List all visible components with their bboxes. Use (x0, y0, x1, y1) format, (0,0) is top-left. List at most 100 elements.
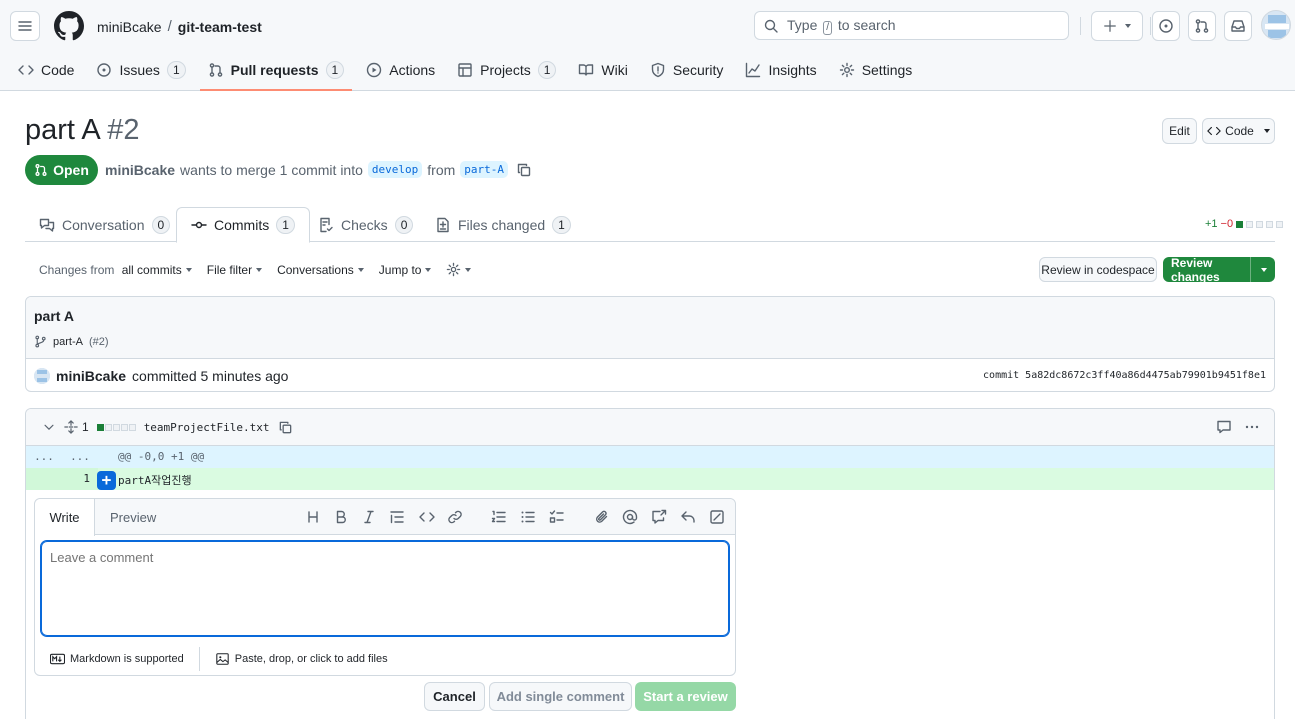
changes-from-dropdown[interactable]: Changes from all commits (39, 263, 192, 277)
tab-insights[interactable]: Insights (737, 52, 824, 88)
tasklist-icon[interactable] (549, 509, 565, 525)
create-new-button[interactable] (1091, 11, 1143, 41)
tab-pull-requests[interactable]: Pull requests 1 (199, 52, 353, 91)
copy-icon[interactable] (516, 162, 532, 178)
tab-label: Checks (341, 216, 388, 233)
commit-author[interactable]: miniBcake (56, 368, 126, 384)
user-avatar[interactable] (1261, 10, 1291, 40)
tab-wiki[interactable]: Wiki (570, 52, 635, 88)
reply-icon[interactable] (680, 509, 696, 525)
commit-header: part A part-A (#2) (26, 297, 1274, 359)
pr-author-link[interactable]: miniBcake (105, 162, 175, 178)
comment-discussion-icon (39, 218, 55, 232)
cross-reference-icon[interactable] (651, 509, 667, 525)
tab-label: Settings (861, 62, 913, 78)
hunk-header: ... ... @@ -0,0 +1 @@ (26, 446, 1274, 468)
unordered-list-icon[interactable] (520, 509, 536, 525)
conversations-dropdown[interactable]: Conversations (277, 263, 364, 277)
issues-button[interactable] (1152, 11, 1180, 41)
file-filter-dropdown[interactable]: File filter (207, 263, 263, 277)
diff-settings-dropdown[interactable] (446, 262, 472, 277)
github-logo-icon[interactable] (54, 11, 84, 41)
code-dropdown-button[interactable]: Code (1202, 118, 1275, 144)
markdown-help-link[interactable]: Markdown is supported (35, 653, 184, 665)
comment-textarea[interactable] (40, 540, 730, 637)
tab-label: Actions (389, 62, 436, 78)
markdown-note: Markdown is supported (70, 653, 184, 665)
paperclip-icon[interactable] (594, 509, 610, 525)
link-icon[interactable] (447, 509, 463, 525)
commit-sha[interactable]: commit 5a82dc8672c3ff40a86d4475ab79901b9… (983, 370, 1266, 381)
tab-issues[interactable]: Issues 1 (88, 52, 193, 88)
change-count: 1 (82, 420, 89, 434)
hunk-expand[interactable]: ... (26, 450, 62, 463)
pr-ref[interactable]: (#2) (89, 336, 109, 348)
code-icon (1207, 126, 1221, 136)
count-badge: 0 (151, 215, 171, 234)
hunk-text: @@ -0,0 +1 @@ (118, 450, 205, 463)
tab-checks[interactable]: Checks 0 (304, 207, 427, 242)
italic-icon[interactable] (361, 509, 377, 525)
add-comment-button[interactable]: + (97, 471, 116, 490)
mention-icon[interactable] (622, 509, 638, 525)
plus-icon (1104, 20, 1116, 32)
tab-label: Issues (119, 62, 160, 78)
ordered-list-icon[interactable] (491, 509, 507, 525)
inbox-icon (1231, 20, 1245, 32)
tab-projects[interactable]: Projects 1 (449, 52, 564, 88)
chevron-down-icon[interactable] (42, 420, 56, 434)
review-in-codespace-button[interactable]: Review in codespace (1039, 257, 1157, 282)
search-input[interactable]: Type / to search (754, 11, 1069, 40)
add-single-comment-button[interactable]: Add single comment (489, 682, 632, 711)
tab-settings[interactable]: Settings (831, 52, 921, 88)
lines-added: +1 (1205, 218, 1218, 230)
review-changes-button[interactable]: Review changes (1163, 256, 1275, 284)
pull-requests-button[interactable] (1188, 11, 1216, 41)
heading-icon[interactable] (305, 509, 321, 525)
repo-link[interactable]: git-team-test (178, 19, 262, 35)
tab-label: Insights (768, 62, 817, 78)
issue-opened-icon (1159, 19, 1173, 33)
status-label: Open (53, 162, 89, 178)
head-branch[interactable]: part-A (460, 161, 509, 178)
tab-security[interactable]: Security (642, 52, 732, 88)
start-review-button[interactable]: Start a review (635, 682, 736, 711)
merge-text: wants to merge 1 commit into (180, 161, 363, 178)
hunk-expand[interactable]: ... (62, 450, 98, 463)
diff-modified-icon[interactable] (709, 509, 725, 525)
code-icon[interactable] (419, 509, 435, 525)
cancel-button[interactable]: Cancel (424, 682, 485, 711)
attach-files-button[interactable]: Paste, drop, or click to add files (215, 652, 388, 666)
menu-button[interactable] (10, 11, 40, 41)
edit-button[interactable]: Edit (1162, 118, 1197, 144)
owner-link[interactable]: miniBcake (97, 19, 162, 35)
avatar[interactable] (34, 367, 50, 384)
branch-name[interactable]: part-A (53, 336, 83, 348)
bold-icon[interactable] (333, 509, 349, 525)
pr-meta: miniBcake wants to merge 1 commit into d… (105, 161, 532, 178)
tab-actions[interactable]: Actions (358, 52, 443, 88)
file-name[interactable]: teamProjectFile.txt (144, 421, 270, 434)
inbox-button[interactable] (1224, 11, 1252, 41)
tab-write[interactable]: Write (35, 499, 95, 536)
review-changes-dropdown[interactable] (1250, 257, 1275, 282)
kebab-horizontal-icon[interactable] (1244, 419, 1260, 435)
tab-conversation[interactable]: Conversation 0 (25, 207, 184, 242)
base-branch[interactable]: develop (367, 161, 423, 178)
tab-commits[interactable]: Commits 1 (176, 207, 310, 243)
pr-number: #2 (107, 114, 140, 146)
inline-comment-form: Write Preview Markdown is supported (34, 498, 736, 676)
jump-to-dropdown[interactable]: Jump to (379, 263, 432, 277)
tab-preview[interactable]: Preview (110, 510, 156, 525)
table-icon (458, 63, 472, 77)
tab-files-changed[interactable]: Files changed 1 (421, 207, 585, 242)
line-number[interactable]: 1 (26, 472, 90, 485)
copy-icon[interactable] (278, 420, 293, 435)
chevron-down-icon (1261, 267, 1267, 272)
comment-icon[interactable] (1216, 419, 1232, 435)
gear-icon (839, 62, 854, 78)
quote-icon[interactable] (389, 509, 405, 525)
tab-code[interactable]: Code (10, 52, 82, 88)
git-commit-icon (191, 221, 207, 229)
unfold-icon[interactable] (64, 420, 78, 434)
